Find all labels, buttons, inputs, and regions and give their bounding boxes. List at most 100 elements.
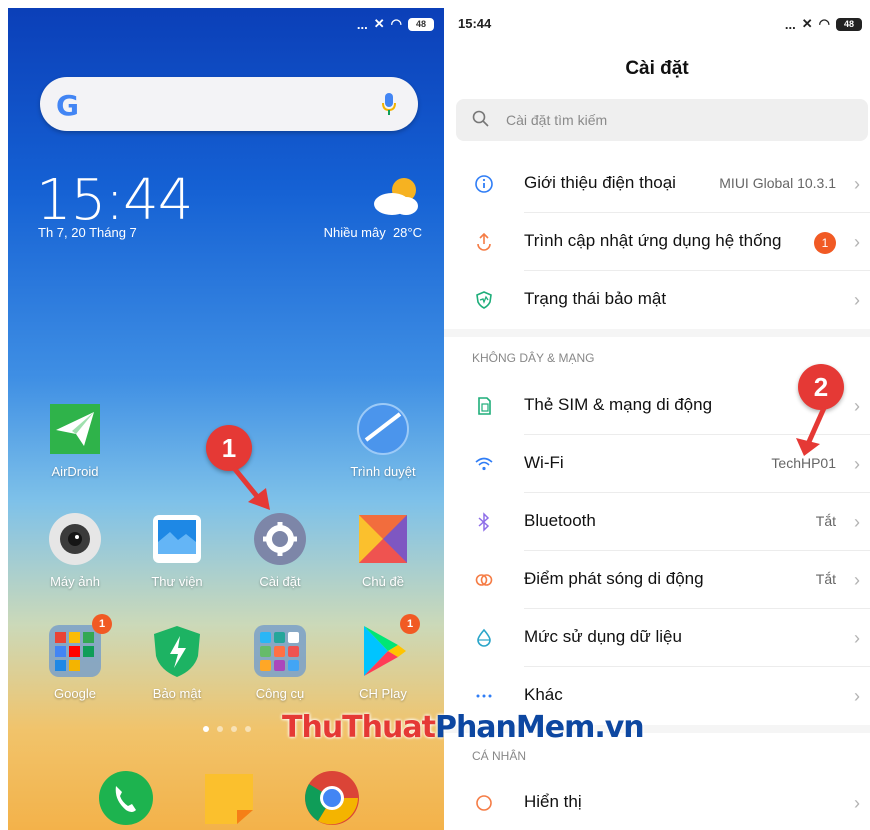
app-camera[interactable]: Máy ảnh (29, 510, 121, 589)
phone-dock-icon[interactable] (98, 770, 154, 826)
settings-item-display[interactable]: Hiển thị › (444, 774, 870, 830)
settings-item-bluetooth[interactable]: Bluetooth Tắt › (444, 493, 870, 551)
app-label: Chủ đề (362, 574, 404, 589)
app-label: Máy ảnh (50, 574, 100, 589)
battery-icon: 48 (408, 17, 434, 31)
app-airdroid[interactable]: AirDroid (29, 400, 121, 479)
app-settings[interactable]: Cài đặt (234, 510, 326, 589)
cloudy-sun-icon (374, 178, 418, 215)
status-icons: ... (784, 16, 796, 32)
item-label: Giới thiệu điện thoại (524, 173, 676, 192)
app-gallery[interactable]: Thư viện (131, 510, 223, 589)
section-header-wireless: KHÔNG DÂY & MẠNG (472, 351, 595, 365)
gallery-icon (148, 510, 206, 568)
chevron-right-icon: › (854, 628, 860, 648)
app-folder-google[interactable]: 1 Google (29, 614, 121, 701)
app-label: Cài đặt (259, 574, 301, 589)
notes-dock-icon[interactable] (203, 770, 255, 826)
item-value: Tắt (815, 513, 836, 529)
clock[interactable]: 15:44 (36, 168, 193, 233)
item-label: Trình cập nhật ứng dụng hệ thống (524, 231, 782, 250)
search-icon (472, 110, 489, 127)
chevron-right-icon: › (854, 396, 860, 416)
wifi-icon: ◠ (818, 16, 830, 31)
item-label: Thẻ SIM & mạng di động (524, 395, 713, 414)
chevron-right-icon: › (854, 512, 860, 532)
security-shield-icon (148, 622, 206, 680)
tools-folder-icon (251, 622, 309, 680)
app-label: Thư viện (151, 574, 203, 589)
notification-badge: 1 (400, 614, 420, 634)
weather-text: Nhiều mây 28°C (324, 225, 422, 240)
page-indicator[interactable] (203, 726, 251, 732)
app-browser[interactable]: Trình duyệt (337, 400, 429, 479)
app-themes[interactable]: Chủ đề (337, 510, 429, 589)
settings-search-input[interactable]: Cài đặt tìm kiếm (456, 99, 868, 141)
mic-icon[interactable] (382, 93, 396, 115)
update-count-badge: 1 (814, 232, 836, 254)
item-label: Bluetooth (524, 511, 596, 530)
chevron-right-icon: › (854, 793, 860, 813)
settings-item-about-phone[interactable]: Giới thiệu điện thoại MIUI Global 10.3.1… (444, 155, 870, 213)
settings-item-hotspot[interactable]: Điểm phát sóng di động Tắt › (444, 551, 870, 609)
app-label: Trình duyệt (350, 464, 416, 479)
app-label: AirDroid (51, 464, 99, 479)
chevron-right-icon: › (854, 232, 860, 252)
info-icon (475, 175, 493, 193)
display-sun-icon (476, 795, 492, 811)
settings-item-system-app-updater[interactable]: Trình cập nhật ứng dụng hệ thống 1 › (444, 213, 870, 271)
bluetooth-icon (478, 512, 490, 532)
chevron-right-icon: › (854, 570, 860, 590)
watermark: ThuThuatPhanMem.vn (282, 710, 645, 745)
google-folder-icon: 1 (46, 614, 112, 680)
item-label: Hiển thị (524, 792, 582, 811)
camera-icon (46, 510, 104, 568)
google-search-bar[interactable]: G (40, 77, 418, 131)
status-bar: ... ✕ ◠ 48 (357, 16, 434, 32)
app-security[interactable]: Bảo mật (131, 622, 223, 701)
chevron-right-icon: › (854, 174, 860, 194)
app-play-store[interactable]: 1 CH Play (337, 614, 429, 701)
play-store-icon: 1 (354, 614, 420, 680)
mute-icon: ✕ (801, 16, 813, 31)
item-label: Mức sử dụng dữ liệu (524, 627, 682, 646)
page-title: Cài đặt (625, 58, 689, 79)
browser-icon (354, 400, 412, 458)
hotspot-icon (475, 574, 493, 586)
item-value: Tắt (815, 571, 836, 587)
airdroid-icon (46, 400, 104, 458)
item-label: Điểm phát sóng di động (524, 569, 704, 588)
shield-icon (476, 291, 492, 309)
step-marker-2: 2 (798, 364, 844, 410)
settings-screen: 15:44 ... ✕ ◠ 48 Cài đặt Cài đặt tìm kiế… (444, 8, 870, 830)
mute-icon: ✕ (373, 16, 385, 31)
arrow-icon (232, 466, 270, 510)
chevron-right-icon: › (854, 454, 860, 474)
screenshot-frame: ... ✕ ◠ 48 G 15:44 Th 7, 20 Tháng 7 Nhiề… (0, 0, 870, 830)
chrome-dock-icon[interactable] (304, 770, 360, 826)
item-label: Khác (524, 685, 563, 704)
chevron-right-icon: › (854, 686, 860, 706)
section-gap (444, 329, 870, 337)
battery-icon: 48 (836, 17, 862, 31)
app-folder-tools[interactable]: Công cụ (234, 622, 326, 701)
chevron-right-icon: › (854, 290, 860, 310)
app-label: Công cụ (255, 686, 305, 701)
status-icons: ... (356, 16, 368, 32)
item-label: Trạng thái bảo mật (524, 289, 667, 308)
status-time: 15:44 (458, 16, 492, 31)
update-arrow-icon (477, 232, 491, 251)
google-logo-icon: G (56, 89, 79, 122)
settings-item-data-usage[interactable]: Mức sử dụng dữ liệu › (444, 609, 870, 667)
search-placeholder: Cài đặt tìm kiếm (506, 112, 608, 128)
water-drop-icon (477, 628, 491, 647)
app-label: CH Play (359, 686, 407, 701)
weather-temp: 28°C (392, 225, 422, 240)
settings-item-security-status[interactable]: Trạng thái bảo mật › (444, 271, 870, 329)
wifi-icon: ◠ (390, 16, 402, 31)
app-label: Google (54, 686, 96, 701)
themes-icon (354, 510, 412, 568)
settings-gear-icon (251, 510, 309, 568)
home-screen: ... ✕ ◠ 48 G 15:44 Th 7, 20 Tháng 7 Nhiề… (8, 8, 444, 830)
arrow-icon (796, 406, 827, 456)
